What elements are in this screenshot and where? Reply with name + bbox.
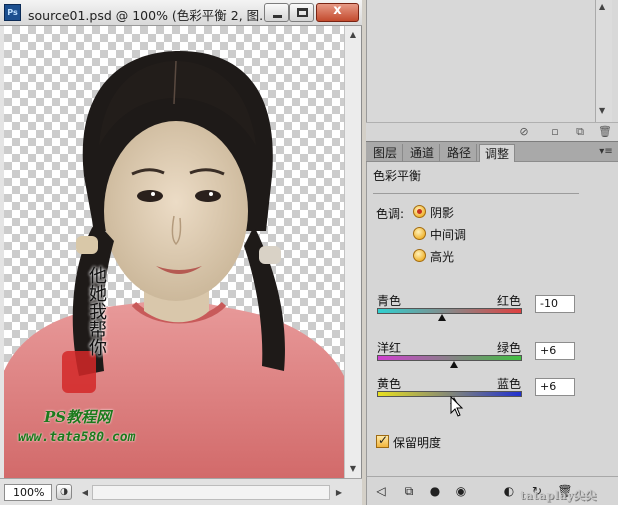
no-entry-icon[interactable]: ⊘ <box>518 126 530 138</box>
tab-adjustments[interactable]: 调整 <box>479 144 516 163</box>
upper-panel-toolbar: ⊘ ▫ ⧉ 🗑 <box>366 122 618 141</box>
vertical-scrollbar[interactable]: ▲ ▼ <box>344 26 361 478</box>
copy-icon[interactable]: ⧉ <box>574 126 586 138</box>
horizontal-scrollbar[interactable] <box>92 485 330 500</box>
expand-view-icon[interactable]: ⧉ <box>401 483 417 499</box>
upper-scroll-up-icon[interactable]: ▲ <box>599 2 605 11</box>
slider-magenta-green: 洋红 绿色 +6 <box>377 339 615 379</box>
maximize-icon <box>297 8 308 17</box>
radio-midtones[interactable] <box>413 227 426 240</box>
adjustments-panel: 色彩平衡 色调: 阴影 中间调 高光 青色 红色 -10 洋红 绿色 +6 黄色… <box>366 162 618 476</box>
slider-value-field[interactable]: -10 <box>535 295 575 313</box>
zoom-level-field[interactable]: 100% <box>4 484 52 501</box>
slider-right-label: 蓝色 <box>497 377 522 391</box>
view-previous-icon[interactable]: ◐ <box>501 483 517 499</box>
title-divider <box>373 193 579 194</box>
radio-shadows[interactable] <box>413 205 426 218</box>
slider-right-label: 红色 <box>497 294 522 308</box>
adjustment-title: 色彩平衡 <box>373 169 422 183</box>
document-title: source01.psd @ 100% (色彩平衡 2, 图... <box>28 8 272 23</box>
radio-label: 中间调 <box>430 228 467 242</box>
tab-paths[interactable]: 路径 <box>442 144 478 163</box>
preserve-luminosity-label: 保留明度 <box>393 436 442 450</box>
slider-value-field[interactable]: +6 <box>535 342 575 360</box>
calligraphy-overlay: 他她我帮你 <box>86 266 107 356</box>
scroll-down-icon[interactable]: ▼ <box>346 462 360 476</box>
radio-highlights[interactable] <box>413 249 426 262</box>
slider-yellow-blue: 黄色 蓝色 +6 <box>377 375 615 415</box>
tab-layers[interactable]: 图层 <box>368 144 404 163</box>
corner-watermark: tataplay尖尖 <box>520 489 597 502</box>
slider-left-label: 黄色 <box>377 377 402 391</box>
maximize-button[interactable] <box>289 3 314 22</box>
visibility-eye-icon[interactable]: ◉ <box>453 483 469 499</box>
image-canvas[interactable]: 他她我帮你 PS教程网 www.tata580.com <box>4 26 344 478</box>
back-arrow-icon[interactable]: ◁ <box>373 483 389 499</box>
minimize-icon <box>273 15 282 18</box>
new-item-icon[interactable]: ▫ <box>549 126 561 138</box>
status-bar: 100% ◑ ◀ ▶ <box>0 478 362 505</box>
scroll-left-icon[interactable]: ◀ <box>78 485 92 500</box>
document-title-bar[interactable]: Ps source01.psd @ 100% (色彩平衡 2, 图... x <box>0 0 362 26</box>
radio-label: 阴影 <box>430 206 455 220</box>
upper-panel-area <box>366 0 618 141</box>
trash-icon[interactable]: 🗑 <box>598 126 612 138</box>
close-icon: x <box>333 3 342 18</box>
preserve-luminosity-checkbox[interactable] <box>376 433 389 448</box>
close-button[interactable]: x <box>316 3 359 22</box>
slider-value-field[interactable]: +6 <box>535 378 575 396</box>
minimize-button[interactable] <box>264 3 289 22</box>
slider-right-label: 绿色 <box>497 341 522 355</box>
scroll-up-icon[interactable]: ▲ <box>346 28 360 42</box>
photoshop-app-icon: Ps <box>4 4 21 21</box>
slider-thumb[interactable] <box>449 361 458 368</box>
upper-panel-scrollbar[interactable]: ▲ ▼ <box>595 0 612 122</box>
scroll-right-icon[interactable]: ▶ <box>332 485 346 500</box>
slider-cyan-red: 青色 红色 -10 <box>377 292 615 332</box>
panel-tab-bar: 图层 通道 路径 调整 ▾≡ <box>366 141 618 163</box>
mouse-pointer-icon <box>450 396 464 417</box>
document-window: Ps source01.psd @ 100% (色彩平衡 2, 图... x 他… <box>0 0 362 505</box>
slider-left-label: 洋红 <box>377 341 402 355</box>
slider-left-label: 青色 <box>377 294 402 308</box>
site-url-overlay: www.tata580.com <box>18 430 136 445</box>
tab-channels[interactable]: 通道 <box>405 144 441 163</box>
site-name-overlay: PS教程网 <box>44 408 112 426</box>
slider-track[interactable] <box>377 308 522 314</box>
slider-thumb[interactable] <box>438 314 447 321</box>
document-info-icon[interactable]: ◑ <box>56 484 72 500</box>
clip-to-layer-icon[interactable]: ● <box>427 483 443 499</box>
tone-label: 色调: <box>376 207 405 221</box>
upper-scroll-down-icon[interactable]: ▼ <box>599 106 605 115</box>
panel-menu-icon[interactable]: ▾≡ <box>598 146 614 158</box>
radio-label: 高光 <box>430 250 455 264</box>
